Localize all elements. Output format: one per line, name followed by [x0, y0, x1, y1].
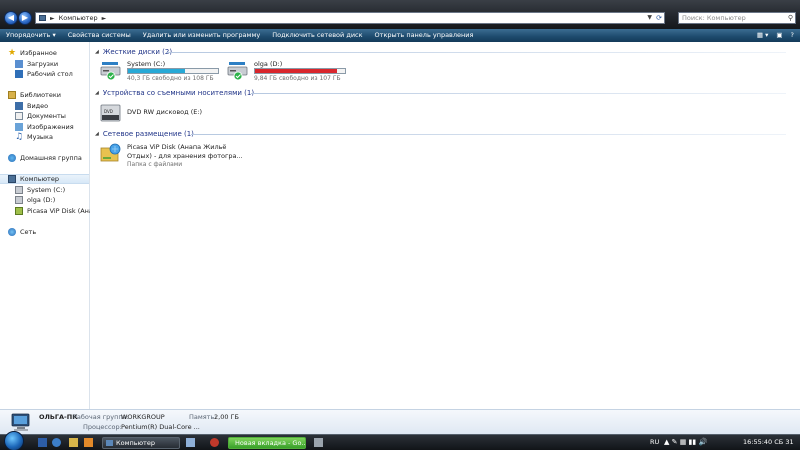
drive-name: DVD RW дисковод (E:)	[127, 108, 203, 116]
view-options-icon[interactable]: ▦ ▾	[757, 29, 768, 42]
organize-button[interactable]: Упорядочить ▾	[0, 29, 62, 42]
drive-icon	[15, 186, 23, 194]
tray-icons[interactable]: ▲ ✎ ▦ ▮▮ 🔊	[664, 435, 707, 450]
svg-text:DVD: DVD	[104, 109, 113, 114]
breadcrumb-computer[interactable]: Компьютер	[59, 14, 98, 22]
help-icon[interactable]: ?	[791, 29, 794, 42]
search-placeholder: Поиск: Компьютер	[682, 14, 746, 22]
explorer-icon[interactable]	[69, 438, 78, 447]
downloads-folder-icon	[15, 60, 23, 68]
dvd-drive-e[interactable]: DVD DVD RW дисковод (E:)	[100, 102, 230, 128]
desktop-icon	[15, 70, 23, 78]
computer-icon	[39, 15, 46, 21]
sidebar-item-computer[interactable]: Компьютер	[0, 174, 89, 184]
command-bar: Упорядочить ▾ Свойства системы Удалить и…	[0, 29, 800, 42]
breadcrumb-arrow-icon[interactable]: ►	[102, 15, 107, 22]
computer-icon	[8, 175, 16, 183]
sidebar-item-picasa[interactable]: Picasa ViP Disk (Анапа Ж	[15, 206, 90, 216]
drive-usage-bar	[254, 68, 346, 74]
network-drive-icon	[15, 207, 23, 215]
taskbar-app-icon[interactable]	[186, 438, 195, 447]
breadcrumb-arrow-icon[interactable]: ►	[50, 15, 55, 22]
address-dropdown-icon[interactable]: ▼	[647, 13, 652, 23]
hard-drive-icon	[100, 62, 121, 81]
cpu-value: Pentium(R) Dual-Core ...	[121, 423, 200, 431]
title-bar: ◀ ▶ ► Компьютер ► ▼ ⟳ Поиск: Компьютер ⚲	[0, 0, 800, 29]
show-desktop-icon[interactable]	[38, 438, 47, 447]
taskbar: Компьютер Новая вкладка - Go... RU ▲ ✎ ▦…	[0, 431, 800, 450]
clock[interactable]: 16:55:40 СБ 31	[743, 435, 794, 450]
video-icon	[15, 102, 23, 110]
drive-name: olga (D:)	[254, 60, 283, 68]
star-icon: ★	[8, 48, 17, 58]
taskbar-app-icon[interactable]	[314, 438, 323, 447]
network-icon	[8, 228, 16, 236]
drive-name: System (C:)	[127, 60, 166, 68]
memory-label: Память:	[189, 413, 217, 421]
language-indicator[interactable]: RU	[650, 435, 659, 450]
uninstall-program-button[interactable]: Удалить или изменить программу	[137, 29, 266, 42]
open-control-panel-button[interactable]: Открыть панель управления	[369, 29, 480, 42]
network-folder-icon	[100, 143, 121, 162]
pc-name: ОЛЬГА-ПК	[39, 413, 78, 421]
collapse-chevron-icon[interactable]: ◢	[95, 49, 99, 55]
taskbar-app-icon[interactable]	[210, 438, 219, 447]
content-pane: ◢ Жесткие диски (2) System (C:) 40,3 ГБ …	[91, 42, 800, 409]
hard-drive-icon	[227, 62, 248, 81]
sidebar-item-libraries[interactable]: Библиотеки	[8, 90, 97, 100]
group-header-removable[interactable]: ◢ Устройства со съемными носителями (1)	[95, 89, 254, 97]
search-icon[interactable]: ⚲	[788, 13, 793, 23]
documents-icon	[15, 112, 23, 120]
network-location-type: Папка с файлами	[127, 161, 183, 168]
taskbar-item-explorer[interactable]: Компьютер	[102, 437, 180, 449]
preview-pane-icon[interactable]: ▣	[776, 29, 782, 42]
search-input[interactable]: Поиск: Компьютер ⚲	[678, 12, 796, 24]
collapse-chevron-icon[interactable]: ◢	[95, 90, 99, 96]
drive-free-space: 40,3 ГБ свободно из 108 ГБ	[127, 75, 214, 82]
back-button[interactable]: ◀	[4, 11, 18, 25]
cpu-label: Процессор:	[83, 423, 122, 431]
network-location-name-line2: Отдых) - для хранения фотогра...	[127, 152, 243, 160]
taskbar-item-chrome[interactable]: Новая вкладка - Go...	[228, 437, 306, 449]
drive-usage-bar	[127, 68, 219, 74]
media-player-icon[interactable]	[84, 438, 93, 447]
computer-icon	[106, 440, 113, 446]
drive-d[interactable]: olga (D:) 9,84 ГБ свободно из 107 ГБ	[227, 59, 352, 87]
images-icon	[15, 123, 23, 131]
workgroup-value: WORKGROUP	[121, 413, 165, 421]
group-divider	[251, 93, 786, 94]
sidebar-item-network[interactable]: Сеть	[8, 227, 97, 237]
network-location-name-line1: Picasa ViP Disk (Анапа Жильё	[127, 143, 227, 151]
network-location-picasa[interactable]: Picasa ViP Disk (Анапа Жильё Отдых) - дл…	[100, 142, 250, 170]
dvd-drive-icon: DVD	[100, 104, 121, 122]
forward-button[interactable]: ▶	[18, 11, 32, 25]
drive-free-space: 9,84 ГБ свободно из 107 ГБ	[254, 75, 341, 82]
map-network-drive-button[interactable]: Подключить сетевой диск	[266, 29, 368, 42]
libraries-icon	[8, 91, 16, 99]
memory-value: 2,00 ГБ	[214, 413, 239, 421]
sidebar-item-favorites[interactable]: ★ Избранное	[8, 48, 97, 58]
drive-usage-fill	[255, 69, 337, 73]
address-bar[interactable]: ► Компьютер ► ▼ ⟳	[35, 12, 665, 24]
group-divider	[166, 52, 786, 53]
ie-icon[interactable]	[52, 438, 61, 447]
group-header-network[interactable]: ◢ Сетевое размещение (1)	[95, 130, 194, 138]
start-button[interactable]	[4, 431, 24, 450]
computer-icon	[11, 413, 30, 431]
drive-c[interactable]: System (C:) 40,3 ГБ свободно из 108 ГБ	[100, 59, 225, 87]
homegroup-icon	[8, 154, 16, 162]
group-header-hdd[interactable]: ◢ Жесткие диски (2)	[95, 48, 172, 56]
group-divider	[191, 134, 786, 135]
sidebar-item-homegroup[interactable]: Домашняя группа	[8, 153, 97, 163]
refresh-icon[interactable]: ⟳	[656, 13, 662, 23]
navigation-pane: ★ Избранное Загрузки Рабочий стол Библио…	[0, 42, 90, 409]
drive-icon	[15, 196, 23, 204]
drive-usage-fill	[128, 69, 185, 73]
music-icon: ♫	[15, 132, 24, 142]
system-properties-button[interactable]: Свойства системы	[62, 29, 137, 42]
details-pane: ОЛЬГА-ПК Рабочая группа: WORKGROUP Памят…	[0, 409, 800, 434]
collapse-chevron-icon[interactable]: ◢	[95, 131, 99, 137]
